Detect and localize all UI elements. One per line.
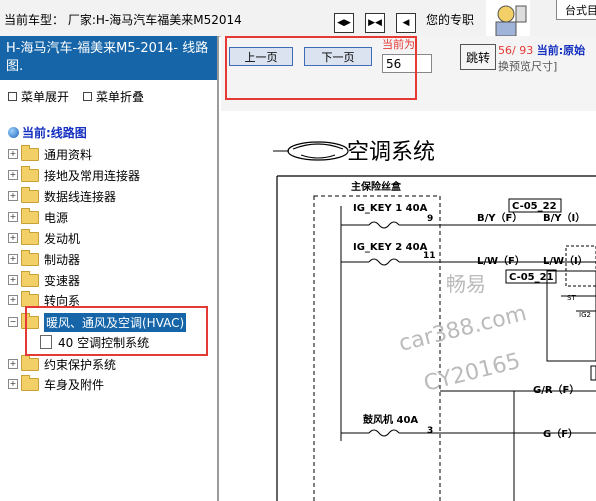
page-toolbar: 上一页 下一页 当前为 跳转 56/ 93 当前:原始 换预览尺寸] (221, 36, 596, 111)
tree-item-power[interactable]: + 电源 (8, 207, 68, 227)
fuse1-label: IG_KEY 1 40A (353, 203, 428, 214)
tree-item-restraint[interactable]: + 约束保护系统 (8, 354, 116, 374)
tree-label: 约束保护系统 (44, 357, 117, 372)
current-path-label: 当前:线路图 (22, 126, 87, 140)
globe-icon (8, 127, 19, 138)
plus-icon[interactable]: + (8, 254, 18, 264)
collapse-square-icon (83, 92, 92, 101)
wire1-i: B/Y（I） (543, 211, 585, 224)
folder-icon (21, 374, 39, 391)
menu-expand-label: 菜单展开 (21, 90, 70, 104)
wire1-f: B/Y（F） (477, 211, 522, 224)
folder-icon (21, 249, 39, 266)
connector-1: C-05_22 (512, 201, 557, 212)
watermark-2: car388.com (396, 301, 529, 357)
system-title: 空调系统 (347, 140, 435, 165)
diagram-canvas: 空调系统 主保险丝盒 IG_KEY 1 40A 9 B/Y（F） B/Y（I） … (273, 140, 596, 501)
wire4: G（F） (543, 427, 578, 440)
minus-icon[interactable]: − (8, 317, 18, 327)
page-count: 56/ 93 当前:原始 (498, 42, 585, 58)
plus-icon[interactable]: + (8, 275, 18, 285)
plus-icon[interactable]: + (8, 295, 18, 305)
haima-logo-icon (273, 141, 349, 161)
fuse2-label: IG_KEY 2 40A (353, 242, 428, 253)
folder-icon (21, 165, 39, 182)
fuse3-pin: 3 (427, 426, 433, 436)
menu-expand-button[interactable]: 菜单展开 (8, 88, 69, 105)
plus-icon[interactable]: + (8, 212, 18, 222)
nav-back-icon[interactable]: ◀ (396, 13, 416, 33)
tree-label: 通用资料 (44, 147, 93, 162)
folder-icon (21, 144, 39, 161)
jump-button[interactable]: 跳转 (460, 44, 496, 70)
nav-left-icon[interactable]: ◀▶ (334, 13, 354, 33)
tree-label: 制动器 (44, 252, 81, 267)
preview-size-link[interactable]: 换预览尺寸] (498, 58, 557, 74)
mascot-icon (486, 0, 530, 40)
tree-item-engine[interactable]: + 发动机 (8, 228, 80, 248)
expand-square-icon (8, 92, 17, 101)
wire2-i: L/W（I） (543, 254, 588, 267)
current-path: 当前:线路图 (8, 124, 87, 141)
tree-label: 数据线连接器 (44, 189, 117, 204)
plus-icon[interactable]: + (8, 149, 18, 159)
plus-icon[interactable]: + (8, 191, 18, 201)
folder-icon (21, 186, 39, 203)
wiring-diagram: 空调系统 主保险丝盒 IG_KEY 1 40A 9 B/Y（F） B/Y（I） … (221, 111, 596, 501)
watermark-3: CY20165 (421, 349, 523, 397)
wire2-f: L/W（F） (477, 254, 525, 267)
page-count-value: 56/ 93 (498, 44, 534, 57)
wire3: G/R（F） (533, 383, 579, 396)
folder-icon (21, 228, 39, 245)
fuse3-label: 鼓风机 40A (363, 413, 418, 426)
page-mode-label: 当前:原始 (536, 44, 586, 57)
fuse3-symbol (341, 429, 440, 437)
ig2-label: IG2 (579, 311, 591, 319)
pro-text: 您的专职 (426, 13, 475, 27)
tree-label: 变速器 (44, 273, 81, 288)
st-label: ST (567, 294, 576, 302)
top-bar: 当前车型： 厂家:H-海马汽车福美来M52014 ◀▶ ▶◀ ◀ 您的专职 台式… (0, 0, 596, 40)
plus-icon[interactable]: + (8, 170, 18, 180)
tree-item-body[interactable]: + 车身及附件 (8, 374, 104, 394)
tree-label: 电源 (44, 210, 69, 225)
tree-label: 发动机 (44, 231, 81, 246)
folder-icon (21, 354, 39, 371)
plus-icon[interactable]: + (8, 233, 18, 243)
car-model-text: 当前车型： 厂家:H-海马汽车福美来M52014 (4, 13, 242, 27)
tree-label: 接地及常用连接器 (44, 168, 141, 183)
tree-item-general[interactable]: + 通用资料 (8, 144, 92, 164)
highlight-box-toolbar (225, 36, 417, 100)
tree-item-transmission[interactable]: + 变速器 (8, 270, 80, 290)
menu-collapse-button[interactable]: 菜单折叠 (83, 88, 144, 105)
tree-item-data-connector[interactable]: + 数据线连接器 (8, 186, 116, 206)
folder-icon (21, 207, 39, 224)
watermark-1: 畅易 (446, 272, 486, 296)
highlight-box-tree (25, 306, 208, 356)
fuse2-pin: 11 (423, 251, 436, 261)
fuse-box-label: 主保险丝盒 (351, 180, 402, 193)
tree-item-ground[interactable]: + 接地及常用连接器 (8, 165, 140, 185)
nav-center-icon[interactable]: ▶◀ (365, 13, 385, 33)
tree-label: 车身及附件 (44, 377, 105, 392)
corner-label: 台式目 (556, 0, 596, 20)
sidebar-title: H-海马汽车-福美来M5-2014- 线路图. (0, 36, 217, 80)
plus-icon[interactable]: + (8, 359, 18, 369)
plus-icon[interactable]: + (8, 379, 18, 389)
menu-collapse-label: 菜单折叠 (96, 90, 145, 104)
folder-icon (21, 270, 39, 287)
tree-item-brake[interactable]: + 制动器 (8, 249, 80, 269)
fuse1-symbol (341, 221, 440, 229)
folder-icon (21, 290, 39, 307)
sidebar: H-海马汽车-福美来M5-2014- 线路图. 菜单展开 菜单折叠 当前:线路图… (0, 36, 219, 501)
fuse1-pin: 9 (427, 214, 433, 224)
